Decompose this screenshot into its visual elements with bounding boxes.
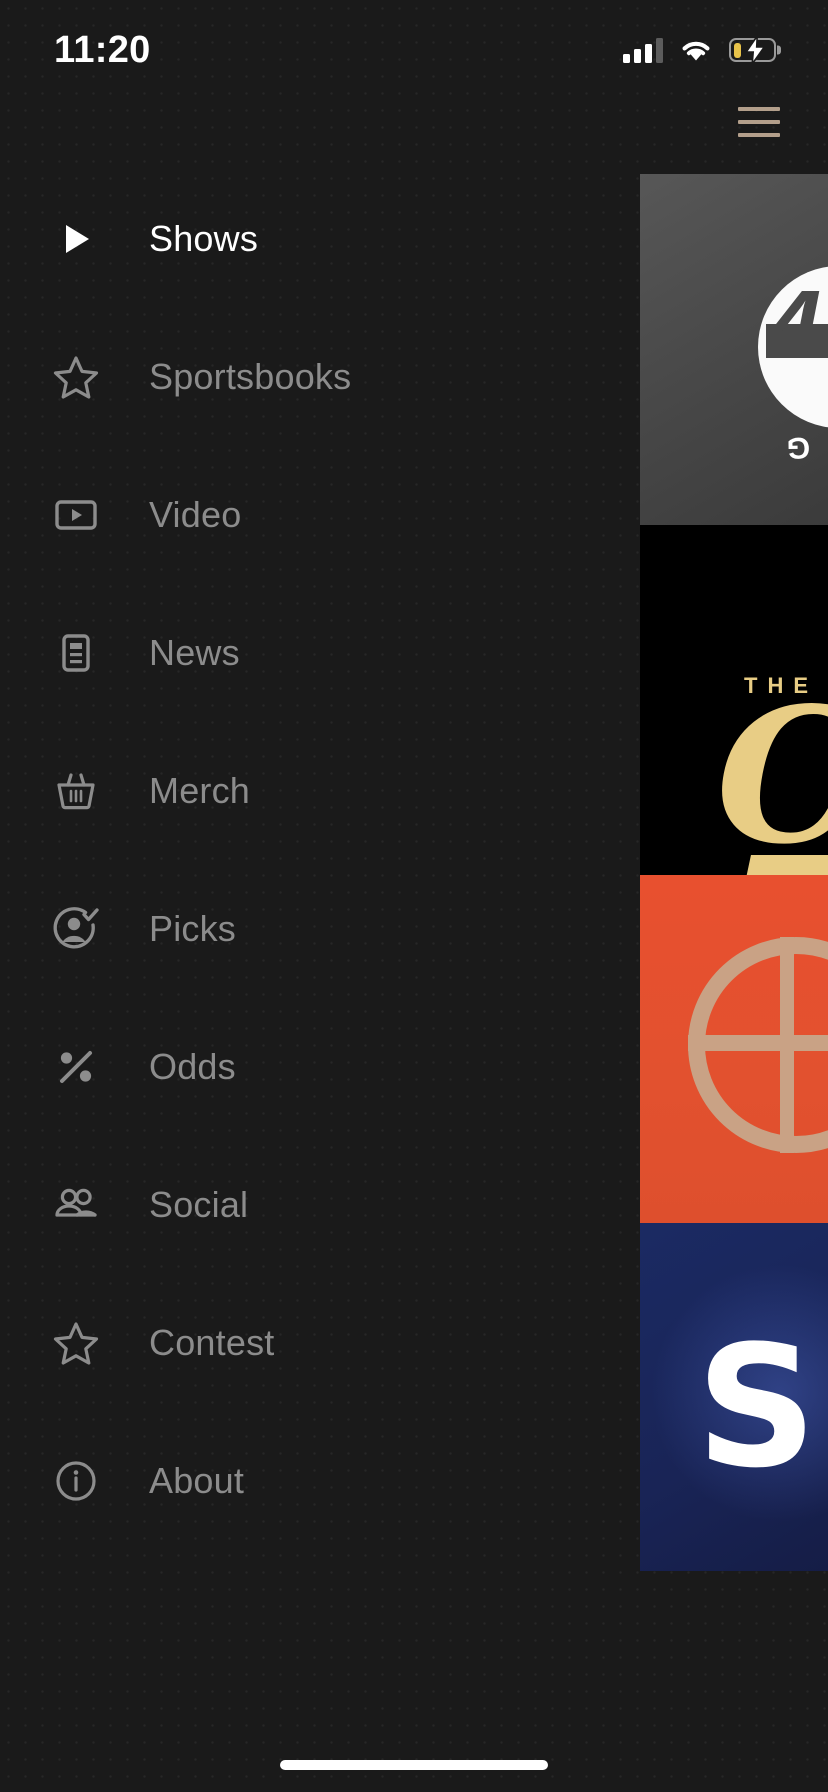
orange-emblem-card[interactable] <box>640 875 828 1223</box>
card-letter: S <box>696 1309 817 1505</box>
menu-item-label: Merch <box>149 770 251 811</box>
home-indicator[interactable] <box>280 1760 548 1770</box>
menu-item-social[interactable]: Social <box>0 1136 640 1274</box>
hamburger-menu-icon[interactable] <box>738 104 780 140</box>
menu-item-news[interactable]: News <box>0 584 640 722</box>
star-outline-icon <box>48 349 104 405</box>
cellular-signal-icon <box>623 37 663 63</box>
menu-item-label: Odds <box>149 1046 236 1087</box>
menu-item-video[interactable]: Video <box>0 446 640 584</box>
menu-item-contest[interactable]: Contest <box>0 1274 640 1412</box>
menu-item-label: Social <box>149 1184 249 1225</box>
menu-item-shows[interactable]: Shows <box>0 170 640 308</box>
battery-charging-icon <box>729 36 776 64</box>
the-gold-script-card[interactable]: THE C <box>640 525 828 875</box>
play-triangle-icon <box>48 211 104 267</box>
svg-text:SPORTS G: SPORTS G <box>781 299 828 464</box>
navigation-drawer: Shows Sportsbooks Video News Merch Picks… <box>0 170 640 1550</box>
info-circle-icon <box>48 1453 104 1509</box>
emblem-horizontal-bar <box>688 1035 828 1051</box>
navy-letter-card[interactable]: S <box>640 1223 828 1571</box>
video-player-icon <box>48 487 104 543</box>
menu-item-odds[interactable]: Odds <box>0 998 640 1136</box>
sports-gambling-badge-card[interactable]: 4 SPORTS G <box>640 174 828 525</box>
app-screen: 11:20 Shows Sportsbooks Video News Merch… <box>0 0 828 1792</box>
card-script-letter: C <box>716 683 828 869</box>
menu-item-merch[interactable]: Merch <box>0 722 640 860</box>
user-check-icon <box>48 901 104 957</box>
menu-item-label: News <box>149 632 240 673</box>
menu-item-label: About <box>149 1460 245 1501</box>
shopping-basket-icon <box>48 763 104 819</box>
menu-item-label: Picks <box>149 908 237 949</box>
menu-item-label: Shows <box>149 218 259 259</box>
status-bar: 11:20 <box>0 0 828 96</box>
menu-item-about[interactable]: About <box>0 1412 640 1550</box>
article-document-icon <box>48 625 104 681</box>
star-outline-icon <box>48 1315 104 1371</box>
menu-item-label: Video <box>149 494 242 535</box>
percent-icon <box>48 1039 104 1095</box>
people-group-icon <box>48 1177 104 1233</box>
wifi-icon <box>679 37 713 63</box>
menu-item-label: Contest <box>149 1322 275 1363</box>
menu-item-label: Sportsbooks <box>149 356 352 397</box>
status-bar-indicators <box>623 36 776 64</box>
badge-arc-text: SPORTS G <box>781 299 828 464</box>
card-accent-bar <box>745 855 828 875</box>
menu-item-picks[interactable]: Picks <box>0 860 640 998</box>
emblem-vertical-bar <box>780 937 794 1153</box>
content-preview-strip[interactable]: 4 SPORTS G THE C S <box>640 174 828 1792</box>
menu-item-sportsbooks[interactable]: Sportsbooks <box>0 308 640 446</box>
status-bar-clock: 11:20 <box>54 29 151 71</box>
arc-text-value: SPORTS G <box>781 299 828 464</box>
